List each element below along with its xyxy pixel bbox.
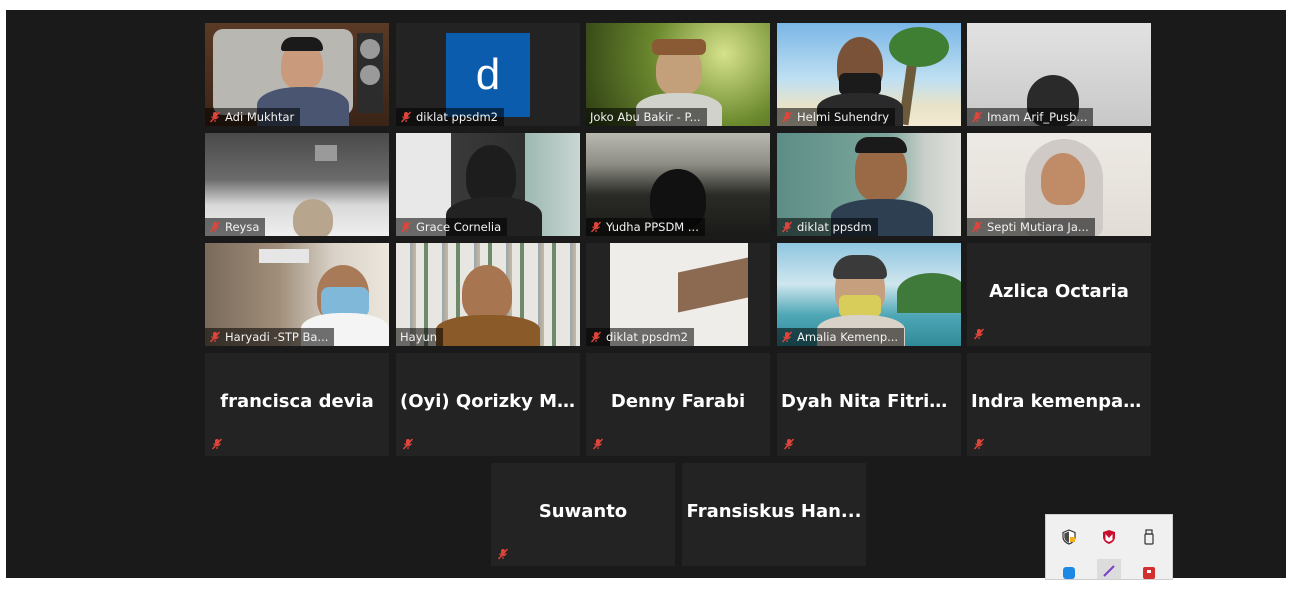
muted-mic-icon [590, 331, 602, 343]
participant-tile[interactable]: Grace Cornelia [396, 133, 580, 236]
active-speaker-tile[interactable]: Hayun [396, 243, 580, 346]
participant-name: diklat ppsdm2 [606, 330, 688, 344]
participant-name-tag: diklat ppsdm [777, 218, 878, 236]
muted-mic-icon [592, 438, 604, 450]
participant-name-tag: Grace Cornelia [396, 218, 508, 236]
participant-avatar: d [446, 33, 530, 117]
participant-name: Septi Mutiara Ja... [987, 220, 1089, 234]
participant-tile[interactable]: Suwanto [491, 463, 675, 566]
participant-name-tag: Helmi Suhendry [777, 108, 896, 126]
muted-mic-icon [590, 221, 602, 233]
participant-name: diklat ppsdm2 [416, 110, 498, 124]
participant-tile[interactable]: Yudha PPSDM ... [586, 133, 770, 236]
participant-tile[interactable]: (Oyi) Qorizky M... [396, 353, 580, 456]
muted-mic-icon [209, 111, 221, 123]
participant-name: Azlica Octaria [989, 281, 1129, 302]
participant-name: Hayun [400, 330, 438, 344]
usb-drive-icon[interactable] [1137, 525, 1161, 549]
participant-name: diklat ppsdm [797, 220, 872, 234]
participant-name: Dyah Nita Fitriani [781, 391, 961, 412]
muted-mic-icon [209, 221, 221, 233]
muted-mic-icon [211, 438, 223, 450]
meeting-gallery-view: Adi Mukhtar d diklat ppsdm2 Joko Abu Bak… [6, 10, 1286, 578]
tray-overflow-popup [1045, 514, 1173, 580]
pen-icon[interactable] [1097, 559, 1121, 579]
muted-mic-icon [209, 331, 221, 343]
participant-tile[interactable]: Imam Arif_Pusb... [967, 23, 1151, 126]
blue-app-icon[interactable] [1057, 561, 1081, 579]
participant-name-tag: Joko Abu Bakir - P... [586, 108, 707, 126]
participant-tile[interactable]: Azlica Octaria [967, 243, 1151, 346]
participant-name: Suwanto [538, 501, 628, 522]
participant-name-tag: Haryadi -STP Ba... [205, 328, 335, 346]
participant-tile[interactable]: Fransiskus Han... [682, 463, 866, 566]
participant-tile[interactable]: diklat ppsdm2 [586, 243, 770, 346]
participant-name: (Oyi) Qorizky M... [400, 391, 578, 412]
muted-mic-icon [400, 111, 412, 123]
participant-tile[interactable]: francisca devia [205, 353, 389, 456]
participant-tile[interactable]: diklat ppsdm [777, 133, 961, 236]
participant-tile[interactable]: d diklat ppsdm2 [396, 23, 580, 126]
participant-tile[interactable]: Helmi Suhendry [777, 23, 961, 126]
muted-mic-icon [971, 111, 983, 123]
muted-mic-icon [973, 328, 985, 340]
participant-name-tag: Septi Mutiara Ja... [967, 218, 1095, 236]
participant-name: Yudha PPSDM ... [606, 220, 699, 234]
security-shield-icon[interactable] [1057, 525, 1081, 549]
red-app-icon[interactable] [1137, 561, 1161, 579]
participant-name: Haryadi -STP Ba... [225, 330, 329, 344]
muted-mic-icon [781, 221, 793, 233]
participant-name: Denny Farabi [610, 391, 746, 412]
participant-tile[interactable]: Amalia Kemenp... [777, 243, 961, 346]
muted-mic-icon [783, 438, 795, 450]
participant-name: Adi Mukhtar [225, 110, 295, 124]
participant-tile[interactable]: Haryadi -STP Ba... [205, 243, 389, 346]
participant-name-tag: diklat ppsdm2 [396, 108, 504, 126]
participant-name: Imam Arif_Pusb... [987, 110, 1088, 124]
muted-mic-icon [402, 438, 414, 450]
muted-mic-icon [497, 548, 509, 560]
mcafee-icon[interactable] [1097, 525, 1121, 549]
participant-name: Indra kemenpar... [971, 391, 1151, 412]
participant-tile[interactable]: Denny Farabi [586, 353, 770, 456]
participant-name: Grace Cornelia [416, 220, 502, 234]
muted-mic-icon [971, 221, 983, 233]
muted-mic-icon [781, 111, 793, 123]
muted-mic-icon [781, 331, 793, 343]
participant-name-tag: Amalia Kemenp... [777, 328, 905, 346]
participant-name: Amalia Kemenp... [797, 330, 899, 344]
participant-name: Joko Abu Bakir - P... [590, 110, 701, 124]
participant-name: francisca devia [220, 391, 374, 412]
participant-name-tag: Hayun [396, 328, 444, 346]
participant-tile[interactable]: Reysa [205, 133, 389, 236]
participant-name: Fransiskus Han... [686, 501, 862, 522]
muted-mic-icon [400, 221, 412, 233]
muted-mic-icon [973, 438, 985, 450]
participant-name-tag: Yudha PPSDM ... [586, 218, 705, 236]
participant-name: Reysa [225, 220, 260, 234]
participant-tile[interactable]: Indra kemenpar... [967, 353, 1151, 456]
participant-name-tag: diklat ppsdm2 [586, 328, 694, 346]
participant-tile[interactable]: Adi Mukhtar [205, 23, 389, 126]
participant-tile[interactable]: Joko Abu Bakir - P... [586, 23, 770, 126]
participant-tile[interactable]: Septi Mutiara Ja... [967, 133, 1151, 236]
participant-name: Helmi Suhendry [797, 110, 890, 124]
participant-name-tag: Reysa [205, 218, 266, 236]
participant-name-tag: Adi Mukhtar [205, 108, 301, 126]
participant-tile[interactable]: Dyah Nita Fitriani [777, 353, 961, 456]
participant-name-tag: Imam Arif_Pusb... [967, 108, 1094, 126]
